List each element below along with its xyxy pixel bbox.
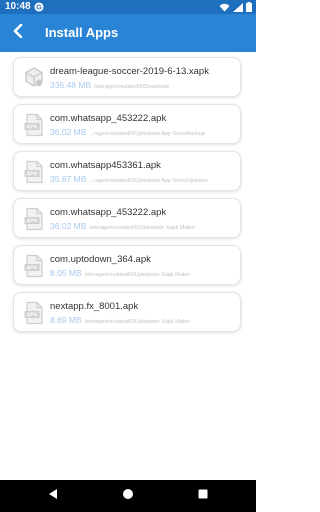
svg-text:APK: APK — [26, 313, 38, 319]
file-meta: 35.67 MB ...rage/emulated/0/Uptodown App… — [50, 174, 238, 184]
system-nav-bar — [0, 480, 256, 512]
file-item[interactable]: APK com.whatsapp_453222.apk 36.02 MB /st… — [13, 198, 241, 238]
file-name: nextapp.fx_8001.apk — [50, 301, 139, 312]
file-size: 36.02 MB — [50, 127, 87, 137]
file-path: ...rage/emulated/0/Uptodown App Store/Up… — [89, 178, 208, 184]
file-path: /storage/emulated/0/Download — [94, 84, 169, 90]
apk-file-icon: APK — [23, 113, 45, 137]
file-path: /storage/emulated/0/Uptodown Xapk Maker — [84, 272, 191, 278]
file-name: com.whatsapp_453222.apk — [50, 113, 167, 124]
back-triangle-icon — [47, 487, 59, 505]
nav-home-button[interactable] — [120, 488, 136, 504]
file-path: /storage/emulated/0/Uptodown Xapk Maker — [89, 225, 196, 231]
svg-text:G: G — [36, 5, 42, 12]
file-item[interactable]: dream-league-soccer-2019-6-13.xapk 336.4… — [13, 57, 241, 97]
recents-square-icon — [197, 487, 209, 505]
file-item[interactable]: APK com.whatsapp_453222.apk 36.02 MB ...… — [13, 104, 241, 144]
file-size: 8.69 MB — [50, 315, 82, 325]
file-size: 336.48 MB — [50, 80, 92, 90]
xapk-file-icon — [23, 66, 45, 90]
file-path: /storage/emulated/0/Uptodown Xapk Maker — [84, 319, 191, 325]
svg-text:APK: APK — [26, 219, 38, 225]
app-bar: Install Apps — [0, 14, 256, 52]
status-time: 10:48 — [5, 1, 31, 12]
screen: 10:48 G Install Apps dream-league-soccer… — [0, 0, 256, 512]
apk-file-icon: APK — [23, 160, 45, 184]
home-circle-icon — [122, 487, 134, 505]
apk-file-icon: APK — [23, 207, 45, 231]
nav-back-button[interactable] — [45, 488, 61, 504]
file-meta: 36.02 MB /storage/emulated/0/Uptodown Xa… — [50, 221, 238, 231]
file-item[interactable]: APK nextapp.fx_8001.apk 8.69 MB /storage… — [13, 292, 241, 332]
page-title: Install Apps — [45, 25, 119, 40]
svg-text:APK: APK — [26, 125, 38, 131]
notification-icon: G — [34, 2, 44, 12]
file-path: ...rage/emulated/0/Uptodown App Store/ba… — [89, 131, 205, 137]
apk-file-icon: APK — [23, 301, 45, 325]
file-size: 8.05 MB — [50, 268, 82, 278]
file-size: 36.02 MB — [50, 221, 87, 231]
file-name: dream-league-soccer-2019-6-13.xapk — [50, 66, 209, 77]
nav-recents-button[interactable] — [195, 488, 211, 504]
back-arrow-icon — [12, 23, 24, 43]
back-button[interactable] — [6, 21, 30, 45]
file-name: com.uptodown_364.apk — [50, 254, 151, 265]
file-item[interactable]: APK com.whatsapp453361.apk 35.67 MB ...r… — [13, 151, 241, 191]
file-name: com.whatsapp453361.apk — [50, 160, 161, 171]
svg-text:APK: APK — [26, 266, 38, 272]
file-size: 35.67 MB — [50, 174, 87, 184]
file-name: com.whatsapp_453222.apk — [50, 207, 167, 218]
file-meta: 8.69 MB /storage/emulated/0/Uptodown Xap… — [50, 315, 238, 325]
file-meta: 8.05 MB /storage/emulated/0/Uptodown Xap… — [50, 268, 238, 278]
apk-file-icon: APK — [23, 254, 45, 278]
svg-text:APK: APK — [26, 172, 38, 178]
status-bar: 10:48 G — [0, 0, 256, 14]
file-item[interactable]: APK com.uptodown_364.apk 8.05 MB /storag… — [13, 245, 241, 285]
file-meta: 36.02 MB ...rage/emulated/0/Uptodown App… — [50, 127, 238, 137]
file-meta: 336.48 MB /storage/emulated/0/Download — [50, 80, 238, 90]
